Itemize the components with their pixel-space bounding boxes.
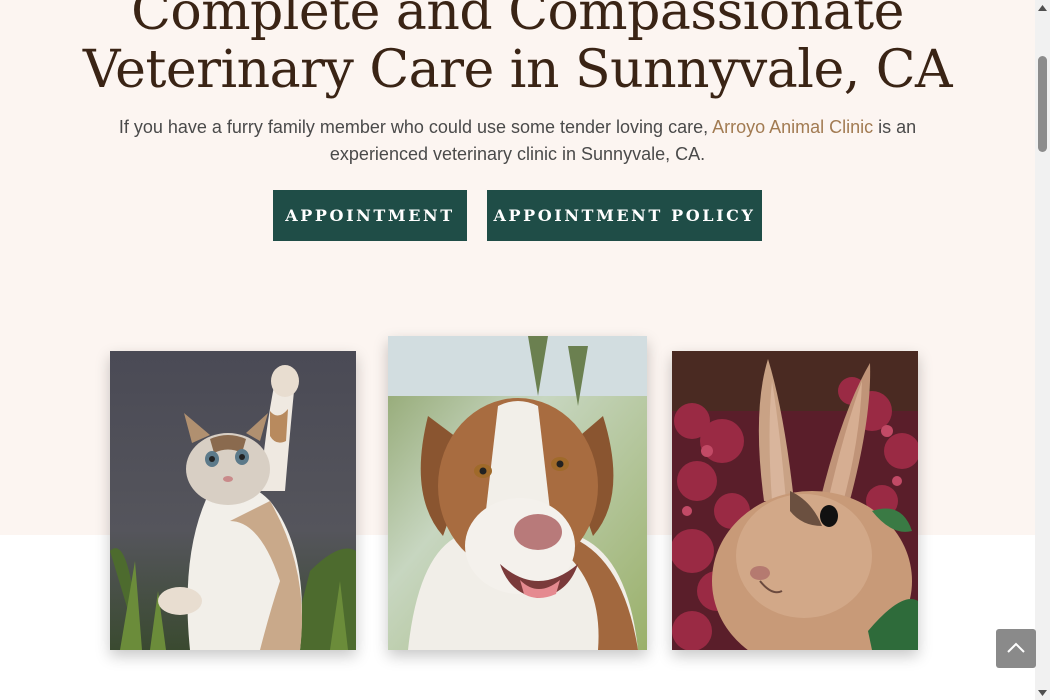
scrollbar[interactable] [1035, 0, 1050, 700]
dog-photo [388, 336, 647, 650]
scrollbar-thumb[interactable] [1038, 56, 1047, 152]
clinic-name-link[interactable]: Arroyo Animal Clinic [712, 117, 873, 137]
hero-heading-line2: Veterinary Care in Sunnyvale, CA [82, 40, 953, 100]
back-to-top-button[interactable] [996, 629, 1036, 668]
hero-heading-line1: Complete and Compassionate [131, 0, 904, 42]
appointment-button[interactable]: APPOINTMENT [273, 190, 467, 241]
rabbit-photo [672, 351, 918, 650]
intro-text-before: If you have a furry family member who co… [118, 117, 713, 137]
appointment-policy-button[interactable]: APPOINTMENT POLICY [487, 190, 762, 241]
triangle-up-icon[interactable] [1035, 0, 1050, 15]
hero-intro: If you have a furry family member who co… [100, 114, 935, 168]
chevron-up-icon [1007, 640, 1025, 658]
cat-photo [110, 351, 356, 650]
triangle-down-icon[interactable] [1035, 685, 1050, 700]
